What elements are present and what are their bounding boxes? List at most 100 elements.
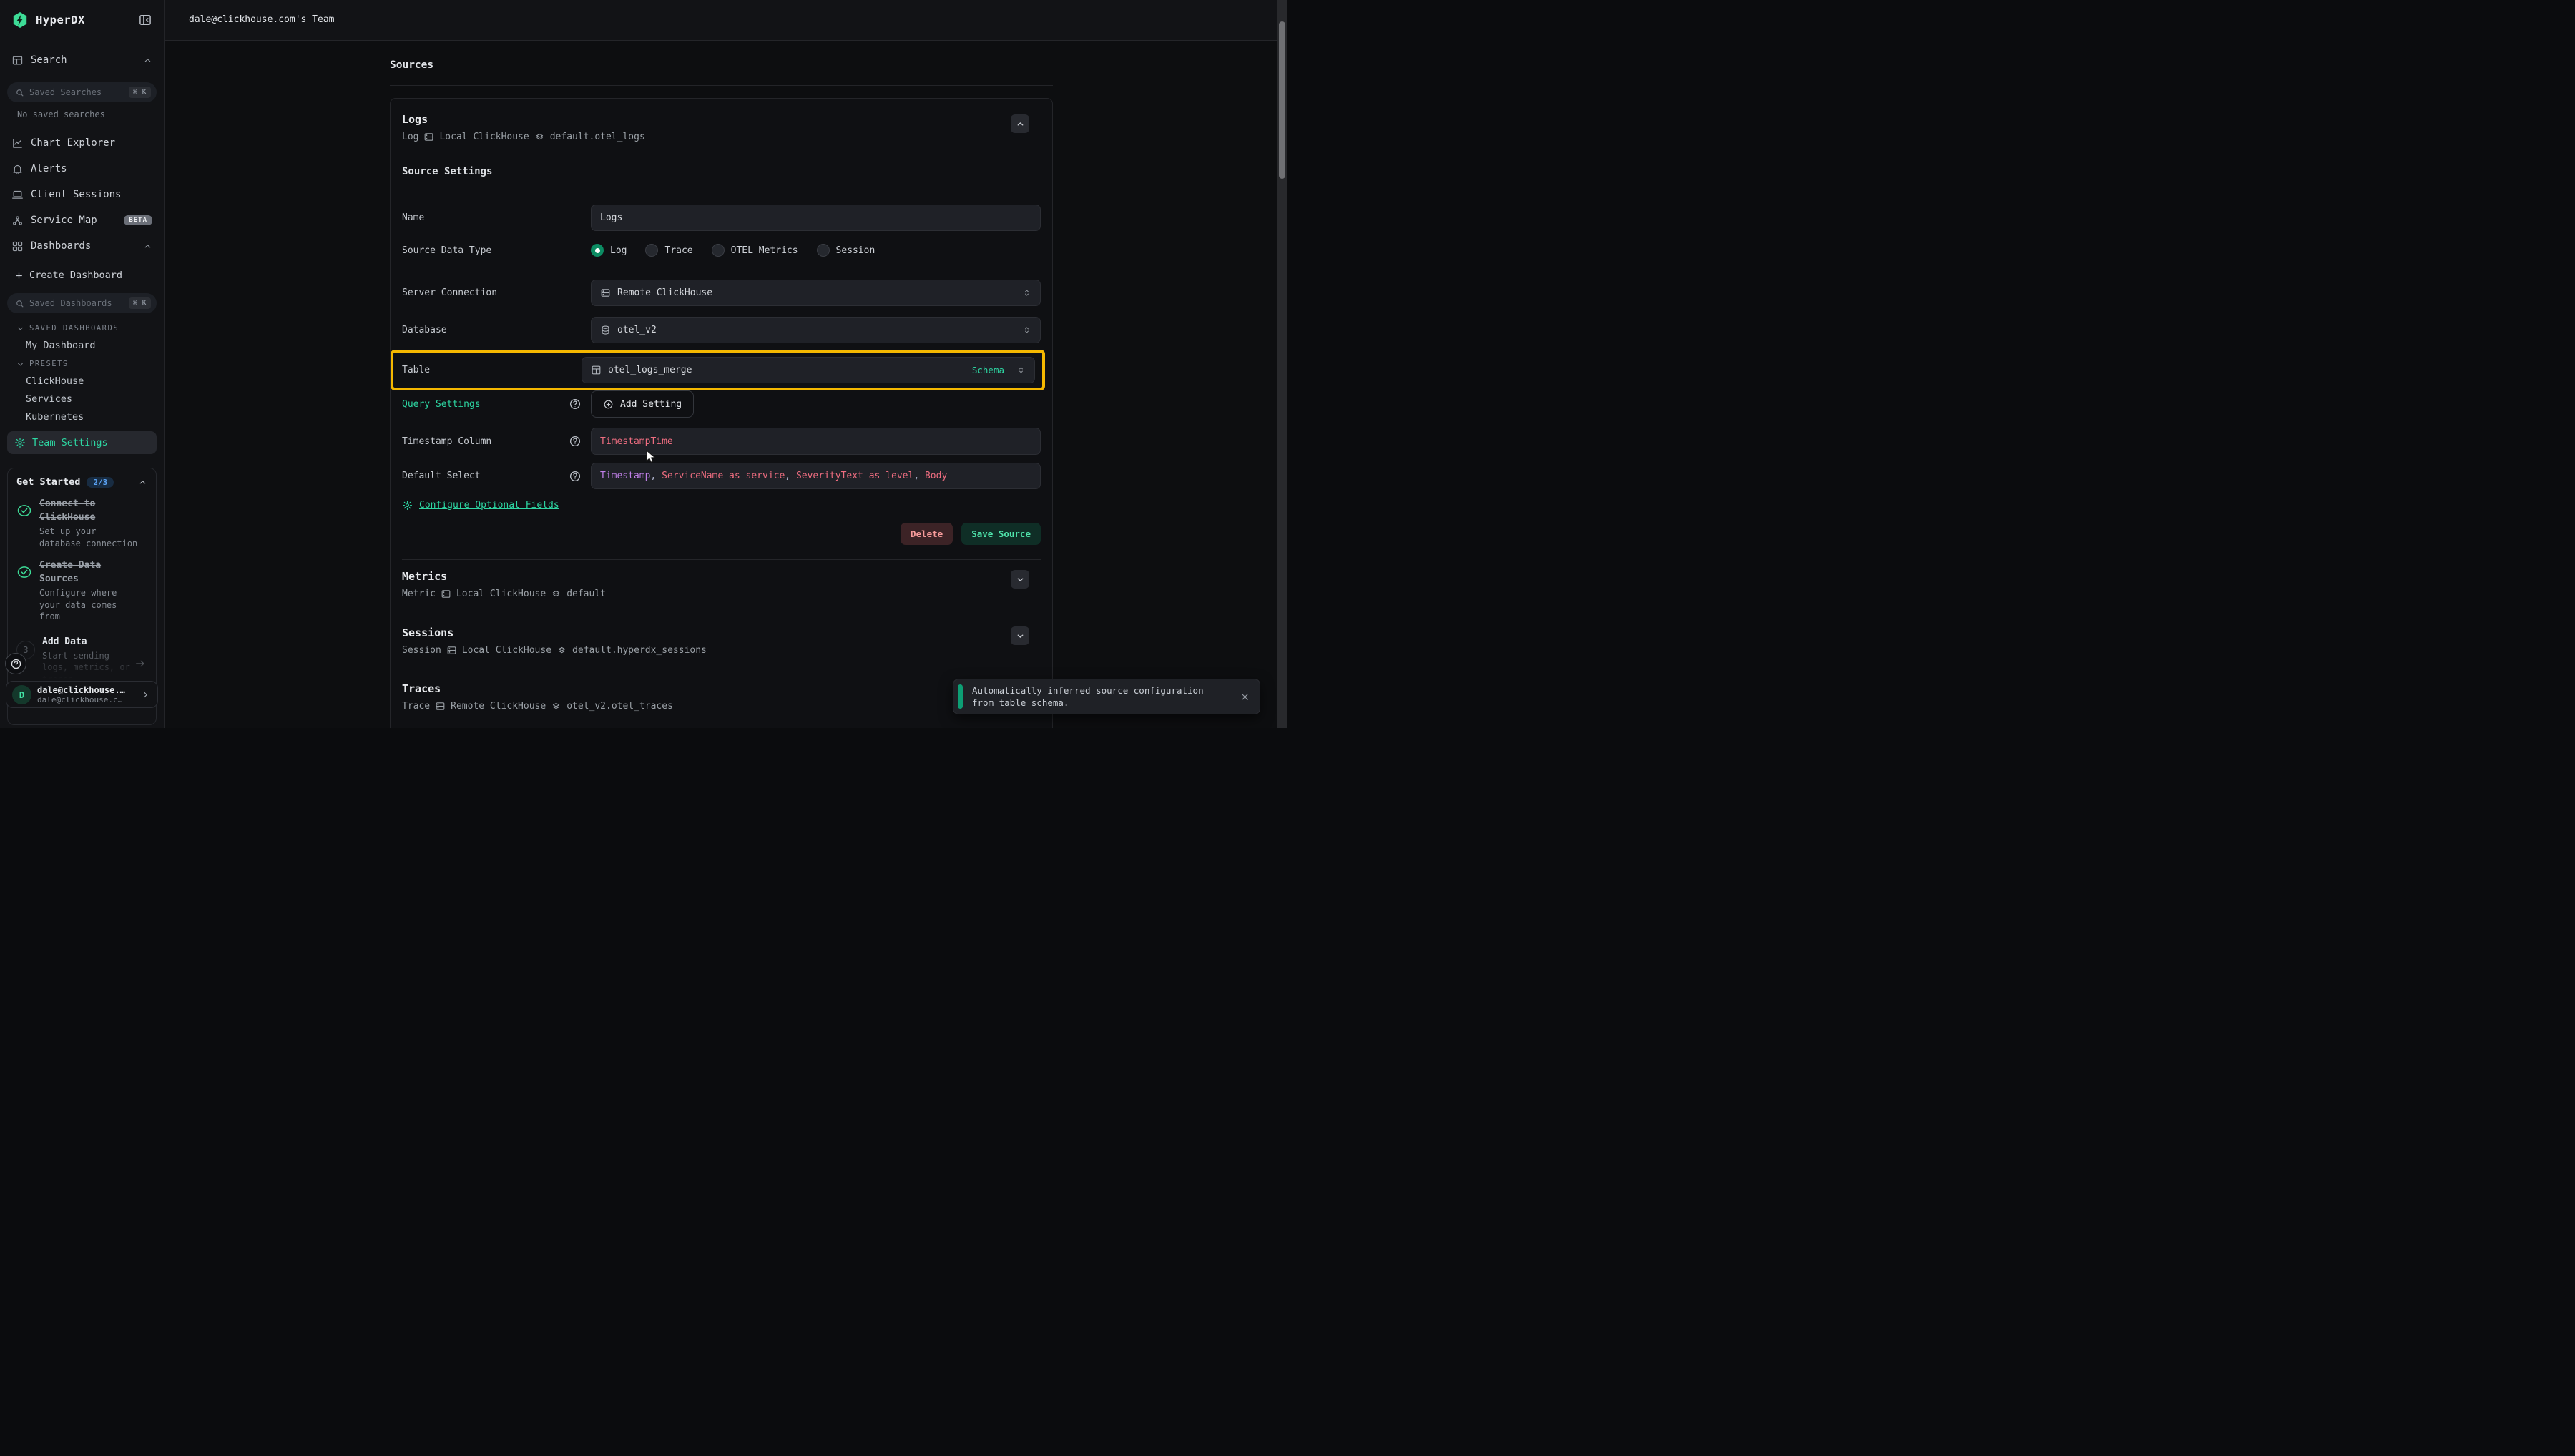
question-circle-icon[interactable] bbox=[569, 470, 582, 483]
server-name: Local ClickHouse bbox=[439, 131, 529, 143]
bell-icon bbox=[11, 163, 24, 175]
no-saved-searches-note: No saved searches bbox=[17, 109, 157, 119]
search-section-icon bbox=[11, 54, 24, 67]
table-grid-icon bbox=[591, 365, 602, 375]
get-started-step-sources[interactable]: Create Data Sources Configure where your… bbox=[16, 559, 147, 623]
arrow-right-icon bbox=[134, 658, 146, 669]
sidebar-item-dashboards[interactable]: Dashboards bbox=[7, 233, 157, 259]
help-button[interactable] bbox=[5, 653, 26, 674]
scrollbar-thumb[interactable] bbox=[1279, 21, 1285, 179]
scrollbar-track[interactable] bbox=[1277, 0, 1288, 728]
sources-card: Logs Log Local ClickHouse default.otel_l… bbox=[390, 98, 1053, 728]
table-path: default.otel_logs bbox=[550, 131, 645, 143]
saved-searches-input-wrap: ⌘ K bbox=[7, 82, 157, 102]
get-started-header[interactable]: Get Started 2/3 bbox=[16, 476, 147, 488]
metrics-section: Metrics Metric Local ClickHouse defaul bbox=[402, 570, 1041, 600]
sidebar-item-search[interactable]: Search bbox=[7, 49, 157, 72]
logs-section-header: Logs bbox=[402, 113, 1041, 127]
user-profile-button[interactable]: D dale@clickhouse.… dale@clickhouse.c… bbox=[6, 681, 158, 708]
form-actions: Delete Save Source bbox=[402, 523, 1041, 545]
save-source-button[interactable]: Save Source bbox=[961, 523, 1041, 545]
configure-optional-fields-link[interactable]: Configure Optional Fields bbox=[402, 498, 1041, 511]
sidebar-item-chart-explorer[interactable]: Chart Explorer bbox=[7, 130, 157, 156]
sidebar-item-service-map[interactable]: Service Map BETA bbox=[7, 207, 157, 233]
close-icon[interactable] bbox=[1240, 692, 1250, 702]
check-circle-icon bbox=[16, 503, 32, 518]
server-connection-select[interactable]: Remote ClickHouse bbox=[591, 280, 1041, 306]
server-icon bbox=[441, 589, 451, 599]
add-setting-button[interactable]: Add Setting bbox=[591, 390, 694, 418]
selected-value: Remote ClickHouse bbox=[617, 287, 712, 298]
create-dashboard-label: Create Dashboard bbox=[29, 270, 122, 281]
profile-name: dale@clickhouse.… bbox=[37, 685, 125, 695]
sidebar-item-client-sessions[interactable]: Client Sessions bbox=[7, 182, 157, 207]
preset-link-label: ClickHouse bbox=[26, 375, 84, 387]
name-row: Name bbox=[402, 205, 1041, 231]
radio-otel-metrics[interactable]: OTEL Metrics bbox=[712, 244, 798, 257]
timestamp-column-row: Timestamp Column TimestampTime bbox=[402, 428, 1041, 455]
sidebar-item-preset-clickhouse[interactable]: ClickHouse bbox=[7, 372, 157, 390]
layers-icon bbox=[551, 589, 561, 599]
presets-header[interactable]: PRESETS bbox=[7, 356, 157, 372]
database-label: Database bbox=[402, 325, 447, 335]
database-row: Database otel_v2 bbox=[402, 317, 1041, 343]
create-dashboard-button[interactable]: Create Dashboard bbox=[7, 263, 157, 287]
saved-searches-input[interactable] bbox=[29, 87, 124, 97]
team-title: dale@clickhouse.com's Team bbox=[165, 0, 1288, 40]
sidebar-item-label: Client Sessions bbox=[31, 189, 121, 200]
saved-dashboards-input[interactable] bbox=[29, 298, 124, 308]
radio-log[interactable]: Log bbox=[591, 244, 627, 257]
logs-title: Logs bbox=[402, 113, 1041, 127]
chevron-down-icon bbox=[16, 325, 24, 333]
search-icon bbox=[15, 88, 24, 97]
step-title: Create Data Sources bbox=[39, 559, 143, 586]
progress-badge: 2/3 bbox=[87, 477, 114, 488]
search-icon bbox=[15, 299, 24, 308]
radio-icon bbox=[817, 244, 830, 257]
radio-trace[interactable]: Trace bbox=[645, 244, 692, 257]
divider bbox=[390, 85, 1053, 86]
server-icon bbox=[435, 701, 446, 712]
section-header-label: SAVED DASHBOARDS bbox=[29, 324, 119, 333]
table-select[interactable]: otel_logs_merge Schema bbox=[582, 357, 1035, 383]
server-icon bbox=[446, 645, 457, 656]
sidebar-item-preset-services[interactable]: Services bbox=[7, 390, 157, 408]
table-row-highlight: Table otel_logs_merge Schema bbox=[391, 350, 1045, 390]
sidebar: HyperDX Search ⌘ K No saved searches bbox=[0, 0, 165, 728]
question-circle-icon[interactable] bbox=[569, 435, 582, 448]
sidebar-collapse-icon[interactable] bbox=[138, 13, 152, 27]
unfold-chevrons-icon bbox=[1022, 325, 1031, 335]
traces-section: Traces Trace Remote ClickHouse otel_v2.o… bbox=[402, 682, 1041, 712]
server-connection-row: Server Connection Remote ClickHouse bbox=[402, 280, 1041, 306]
database-select[interactable]: otel_v2 bbox=[591, 317, 1041, 343]
delete-button[interactable]: Delete bbox=[901, 523, 953, 545]
collapse-logs-button[interactable] bbox=[1011, 114, 1029, 133]
sidebar-item-label: Dashboards bbox=[31, 240, 91, 252]
saved-dashboards-header[interactable]: SAVED DASHBOARDS bbox=[7, 320, 157, 336]
expand-metrics-button[interactable] bbox=[1011, 570, 1029, 589]
schema-button[interactable]: Schema bbox=[972, 365, 1004, 375]
brand-name: HyperDX bbox=[36, 14, 85, 26]
get-started-step-connect[interactable]: Connect to ClickHouse Set up your databa… bbox=[16, 497, 147, 549]
expand-sessions-button[interactable] bbox=[1011, 626, 1029, 645]
sidebar-item-team-settings[interactable]: Team Settings bbox=[7, 431, 157, 454]
section-header-label: PRESETS bbox=[29, 360, 69, 368]
sidebar-item-preset-kubernetes[interactable]: Kubernetes bbox=[7, 408, 157, 426]
chevron-up-icon bbox=[143, 242, 152, 251]
plus-circle-icon bbox=[603, 399, 614, 410]
question-circle-icon[interactable] bbox=[569, 398, 582, 410]
check-circle-icon bbox=[16, 564, 32, 580]
name-input[interactable] bbox=[600, 212, 1031, 223]
default-select-input[interactable]: Timestamp, ServiceName as service, Sever… bbox=[591, 463, 1041, 489]
sidebar-item-alerts[interactable]: Alerts bbox=[7, 156, 157, 182]
timestamp-input[interactable]: TimestampTime bbox=[591, 428, 1041, 455]
radio-session[interactable]: Session bbox=[817, 244, 876, 257]
metrics-subtitle: Metric Local ClickHouse default bbox=[402, 588, 1041, 600]
unfold-chevrons-icon bbox=[1016, 365, 1026, 375]
service-map-icon bbox=[11, 215, 24, 227]
radio-selected-icon bbox=[591, 244, 604, 257]
get-started-step-add-data[interactable]: 3 Add Data Start sending logs, metrics, … bbox=[16, 635, 147, 686]
divider bbox=[402, 559, 1041, 560]
unfold-chevrons-icon bbox=[1022, 288, 1031, 297]
sidebar-item-my-dashboard[interactable]: My Dashboard bbox=[7, 336, 157, 354]
